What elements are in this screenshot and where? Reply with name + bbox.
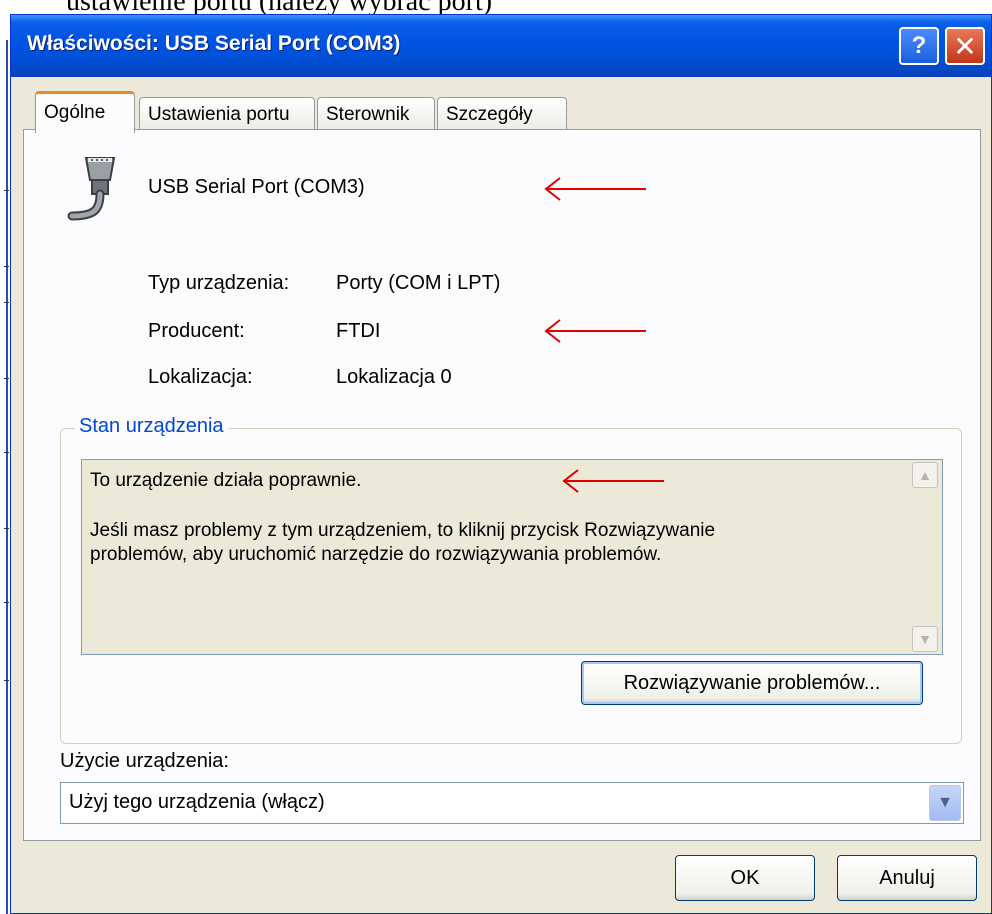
ok-button[interactable]: OK bbox=[675, 855, 815, 901]
device-usage-label: Użycie urządzenia: bbox=[60, 750, 229, 772]
question-mark-icon: ? bbox=[911, 32, 927, 59]
manufacturer-label: Producent: bbox=[148, 320, 245, 342]
help-button[interactable]: ? bbox=[899, 27, 939, 65]
device-usage-select[interactable]: Użyj tego urządzenia (włącz) ▼ bbox=[60, 782, 964, 824]
device-type-value: Porty (COM i LPT) bbox=[336, 272, 501, 294]
tab-details[interactable]: Szczegóły bbox=[437, 97, 567, 131]
device-usage-value: Użyj tego urządzenia (włącz) bbox=[69, 791, 325, 813]
device-type-label: Typ urządzenia: bbox=[148, 272, 290, 294]
status-line: Jeśli masz problemy z tym urządzeniem, t… bbox=[90, 520, 716, 541]
background-tick bbox=[4, 302, 9, 303]
background-tick bbox=[4, 680, 9, 681]
close-button[interactable]: ✕ bbox=[945, 27, 985, 65]
status-line: To urządzenie działa poprawnie. bbox=[90, 470, 362, 491]
manufacturer-value: FTDI bbox=[336, 320, 381, 342]
background-tick bbox=[4, 266, 9, 267]
chevron-down-icon: ▼ bbox=[937, 794, 953, 811]
chevron-up-icon: ▲ bbox=[918, 467, 932, 483]
device-status-textbox[interactable]: To urządzenie działa poprawnie. Jeśli ma… bbox=[81, 459, 943, 655]
background-tick bbox=[4, 528, 9, 529]
annotation-arrow-icon bbox=[544, 319, 646, 343]
general-tab-panel: USB Serial Port (COM3) Typ urządzenia: P… bbox=[23, 129, 981, 841]
annotation-arrow-icon bbox=[544, 177, 646, 201]
device-status-group: Stan urządzenia To urządzenie działa pop… bbox=[60, 415, 962, 744]
background-tick bbox=[4, 190, 9, 191]
scroll-down-button[interactable]: ▼ bbox=[912, 626, 938, 652]
status-line: problemów, aby uruchomić narzędzie do ro… bbox=[90, 544, 662, 565]
tab-driver[interactable]: Sterownik bbox=[317, 97, 435, 131]
close-icon: ✕ bbox=[953, 30, 977, 62]
background-window-border bbox=[6, 40, 8, 914]
title-bar[interactable]: Właściwości: USB Serial Port (COM3) ? ✕ bbox=[11, 15, 991, 77]
troubleshoot-button[interactable]: Rozwiązywanie problemów... bbox=[581, 661, 923, 705]
scroll-up-button[interactable]: ▲ bbox=[912, 462, 938, 488]
tab-port-settings[interactable]: Ustawienia portu bbox=[139, 97, 315, 131]
device-name: USB Serial Port (COM3) bbox=[148, 176, 365, 198]
window-title: Właściwości: USB Serial Port (COM3) bbox=[27, 32, 401, 55]
chevron-down-icon: ▼ bbox=[918, 631, 932, 647]
location-value: Lokalizacja 0 bbox=[336, 366, 452, 388]
tab-general[interactable]: Ogólne bbox=[35, 91, 135, 133]
serial-port-icon bbox=[67, 157, 116, 221]
background-tick bbox=[4, 378, 9, 379]
cancel-button[interactable]: Anuluj bbox=[837, 855, 977, 901]
dropdown-button[interactable]: ▼ bbox=[929, 785, 961, 821]
status-scrollbar[interactable]: ▲ ▼ bbox=[912, 462, 940, 652]
background-tick bbox=[4, 602, 9, 603]
location-label: Lokalizacja: bbox=[148, 366, 253, 388]
background-tick bbox=[4, 452, 9, 453]
annotation-arrow-icon bbox=[562, 469, 664, 493]
properties-dialog: Właściwości: USB Serial Port (COM3) ? ✕ … bbox=[10, 14, 992, 914]
device-status-title: Stan urządzenia bbox=[75, 415, 228, 438]
